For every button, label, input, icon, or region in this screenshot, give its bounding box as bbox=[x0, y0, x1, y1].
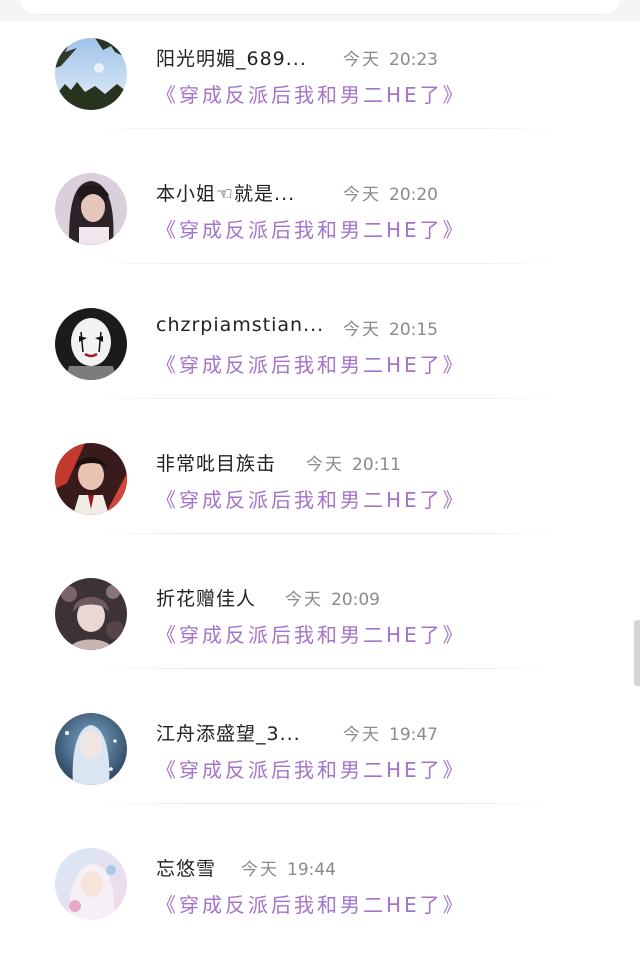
divider bbox=[90, 533, 560, 534]
avatar[interactable] bbox=[55, 848, 127, 920]
book-title-link[interactable]: 《穿成反派后我和男二HE了》 bbox=[156, 349, 466, 378]
avatar[interactable] bbox=[55, 173, 127, 245]
divider bbox=[90, 263, 560, 264]
divider bbox=[90, 803, 560, 804]
red-boy-avatar-icon bbox=[55, 443, 127, 515]
search-box-bottom[interactable] bbox=[20, 0, 620, 15]
book-title-link[interactable]: 《穿成反派后我和男二HE了》 bbox=[156, 484, 466, 513]
sender-name: 非常吡目族击 bbox=[156, 453, 277, 475]
timestamp: 今天 20:23 bbox=[343, 50, 438, 70]
list-item[interactable]: 江舟添盛望_3... 今天 19:47 《穿成反派后我和男二HE了》 bbox=[0, 697, 640, 832]
book-title-link[interactable]: 《穿成反派后我和男二HE了》 bbox=[156, 619, 466, 648]
sender-name: chzrpiamstian... bbox=[156, 314, 325, 336]
girl-hair-avatar-icon bbox=[55, 173, 127, 245]
mask-avatar-icon bbox=[55, 308, 127, 380]
avatar[interactable] bbox=[55, 443, 127, 515]
sender-name: 本小姐☜就是... bbox=[156, 183, 296, 205]
list-item[interactable]: 本小姐☜就是... 今天 20:20 《穿成反派后我和男二HE了》 bbox=[0, 157, 640, 292]
book-title-link[interactable]: 《穿成反派后我和男二HE了》 bbox=[156, 79, 466, 108]
avatar[interactable] bbox=[55, 38, 127, 110]
blue-elf-avatar-icon bbox=[55, 713, 127, 785]
dark-anime-avatar-icon bbox=[55, 578, 127, 650]
list-item[interactable]: 忘悠雪 今天 19:44 《穿成反派后我和男二HE了》 bbox=[0, 832, 640, 967]
timestamp: 今天 20:09 bbox=[285, 590, 380, 610]
list-item[interactable]: 非常吡目族击 今天 20:11 《穿成反派后我和男二HE了》 bbox=[0, 427, 640, 562]
top-search-bar-edge bbox=[0, 0, 640, 22]
avatar[interactable] bbox=[55, 713, 127, 785]
divider bbox=[90, 668, 560, 669]
list-item[interactable]: chzrpiamstian... 今天 20:15 《穿成反派后我和男二HE了》 bbox=[0, 292, 640, 427]
scrollbar[interactable] bbox=[634, 620, 640, 686]
book-title-link[interactable]: 《穿成反派后我和男二HE了》 bbox=[156, 214, 466, 243]
sender-name: 阳光明媚_689... bbox=[156, 48, 307, 70]
sender-name: 忘悠雪 bbox=[156, 858, 217, 880]
sky-trees-avatar-icon bbox=[55, 38, 127, 110]
timestamp: 今天 20:15 bbox=[343, 320, 438, 340]
sender-name: 江舟添盛望_3... bbox=[156, 723, 301, 745]
sender-name: 折花赠佳人 bbox=[156, 588, 257, 610]
divider bbox=[90, 128, 560, 129]
list-item[interactable]: 折花赠佳人 今天 20:09 《穿成反派后我和男二HE了》 bbox=[0, 562, 640, 697]
book-title-link[interactable]: 《穿成反派后我和男二HE了》 bbox=[156, 889, 466, 918]
book-title-link[interactable]: 《穿成反派后我和男二HE了》 bbox=[156, 754, 466, 783]
avatar[interactable] bbox=[55, 308, 127, 380]
pastel-anime-avatar-icon bbox=[55, 848, 127, 920]
timestamp: 今天 19:47 bbox=[343, 725, 438, 745]
avatar[interactable] bbox=[55, 578, 127, 650]
timestamp: 今天 20:20 bbox=[343, 185, 438, 205]
list-item[interactable]: 阳光明媚_689... 今天 20:23 《穿成反派后我和男二HE了》 bbox=[0, 22, 640, 157]
timestamp: 今天 19:44 bbox=[241, 860, 336, 880]
message-list: 阳光明媚_689... 今天 20:23 《穿成反派后我和男二HE了》 本小姐☜就… bbox=[0, 22, 640, 967]
divider bbox=[90, 398, 560, 399]
timestamp: 今天 20:11 bbox=[306, 455, 401, 475]
